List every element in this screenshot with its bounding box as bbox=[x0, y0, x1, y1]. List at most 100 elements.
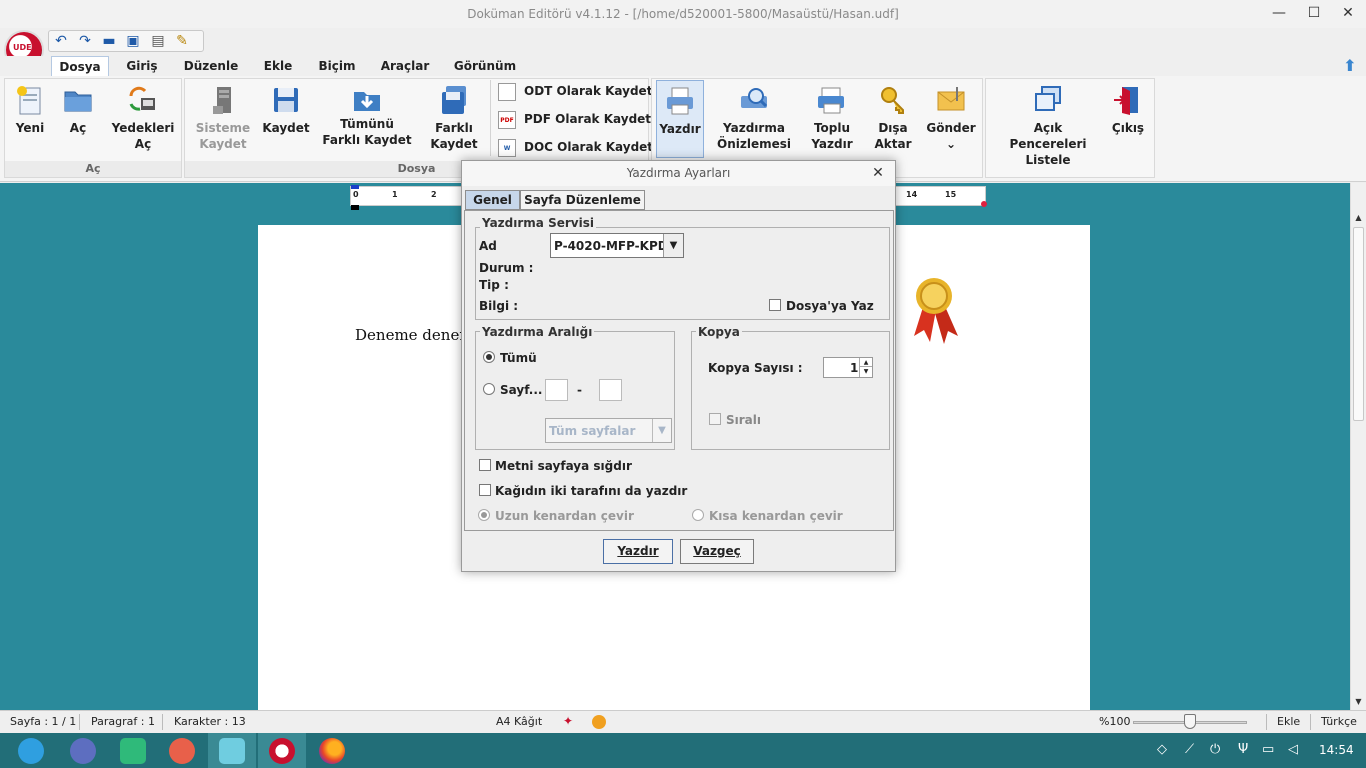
signature-icon[interactable]: ✦ bbox=[563, 714, 575, 730]
long-edge-label[interactable]: Uzun kenardan çevir bbox=[495, 508, 634, 524]
redo-icon[interactable]: ↷ bbox=[77, 33, 93, 49]
ude-editor-taskbar-icon[interactable] bbox=[269, 738, 295, 764]
status-language[interactable]: Türkçe bbox=[1321, 711, 1357, 733]
scroll-up-icon[interactable]: ▲ bbox=[1353, 213, 1364, 223]
copy-count-spinner[interactable]: 1 ▲ ▼ bbox=[823, 357, 873, 378]
pages-select[interactable]: Tüm sayfalar ▼ bbox=[545, 418, 672, 443]
document-text[interactable]: Deneme denem bbox=[355, 326, 474, 344]
save-to-system-button[interactable]: Sisteme Kaydet bbox=[192, 84, 254, 152]
spinner-up-icon[interactable]: ▲ bbox=[859, 358, 872, 367]
page-to-input[interactable] bbox=[599, 379, 622, 401]
usb-icon[interactable]: Ψ bbox=[1238, 742, 1248, 758]
scrollbar-thumb[interactable] bbox=[1353, 227, 1364, 421]
network-icon[interactable]: ◇ bbox=[1157, 742, 1167, 758]
export-button[interactable]: Dışa Aktar bbox=[870, 84, 916, 152]
vertical-scrollbar[interactable]: ▲ ▼ bbox=[1350, 183, 1366, 710]
tab-gorunum[interactable]: Görünüm bbox=[450, 56, 520, 76]
status-mode[interactable]: Ekle bbox=[1277, 711, 1300, 733]
pages-dropdown-arrow-icon[interactable]: ▼ bbox=[652, 419, 671, 442]
settings-gear-icon[interactable] bbox=[70, 738, 96, 764]
logo-text: UDE bbox=[13, 43, 32, 52]
dropdown-arrow-icon[interactable]: ▼ bbox=[663, 234, 683, 257]
new-button[interactable]: Yeni bbox=[10, 84, 50, 136]
fit-to-page-checkbox[interactable] bbox=[479, 459, 491, 471]
save-doc-button[interactable]: W DOC Olarak Kaydet bbox=[498, 137, 653, 157]
duplex-checkbox[interactable] bbox=[479, 484, 491, 496]
status-face-icon[interactable] bbox=[592, 715, 606, 729]
edit-icon[interactable]: ✎ bbox=[174, 33, 190, 49]
firefox-icon[interactable] bbox=[319, 738, 345, 764]
power-icon[interactable]: ⏻ bbox=[1210, 742, 1220, 758]
print-to-file-checkbox[interactable] bbox=[769, 299, 781, 311]
backup-icon[interactable]: ▤ bbox=[150, 33, 166, 49]
tab-general[interactable]: Genel bbox=[465, 190, 520, 210]
tab-ekle[interactable]: Ekle bbox=[257, 56, 299, 76]
save-all-as-button[interactable]: Tümünü Farklı Kaydet bbox=[322, 84, 412, 148]
cancel-button[interactable]: Vazgeç bbox=[680, 539, 754, 564]
zoom-slider-thumb[interactable] bbox=[1184, 714, 1196, 729]
tab-dosya[interactable]: Dosya bbox=[51, 56, 109, 76]
start-menu-icon[interactable] bbox=[18, 738, 44, 764]
short-edge-label[interactable]: Kısa kenardan çevir bbox=[709, 508, 843, 524]
close-button[interactable]: ✕ bbox=[1330, 0, 1366, 28]
file-manager-icon[interactable] bbox=[219, 738, 245, 764]
print-confirm-button[interactable]: Yazdır bbox=[603, 539, 673, 564]
undo-icon[interactable]: ↶ bbox=[53, 33, 69, 49]
collate-label[interactable]: Sıralı bbox=[726, 412, 761, 428]
pdf-file-icon: PDF bbox=[498, 110, 516, 129]
printer-select[interactable]: P-4020-MFP-KPDL ▼ bbox=[550, 233, 684, 258]
indent-marker[interactable] bbox=[351, 185, 359, 189]
server-icon bbox=[213, 87, 231, 114]
tab-page-setup[interactable]: Sayfa Düzenleme bbox=[520, 190, 645, 210]
clock[interactable]: 14:54 bbox=[1319, 742, 1354, 758]
copies-legend: Kopya bbox=[696, 325, 742, 339]
print-button[interactable]: Yazdır bbox=[656, 80, 704, 158]
screen-recorder-icon[interactable] bbox=[169, 738, 195, 764]
type-label: Tip : bbox=[479, 278, 509, 292]
folder-open-icon[interactable]: ▬ bbox=[101, 33, 117, 49]
fit-to-page-label[interactable]: Metni sayfaya sığdır bbox=[495, 458, 632, 474]
collapse-ribbon-icon[interactable]: ⬆ bbox=[1341, 57, 1359, 75]
print-preview-button[interactable]: Yazdırma Önizlemesi bbox=[716, 84, 792, 152]
save-as-button[interactable]: Farklı Kaydet bbox=[428, 84, 480, 152]
minimize-button[interactable]: — bbox=[1261, 0, 1297, 28]
battery-icon[interactable]: ▭ bbox=[1262, 742, 1274, 758]
open-button[interactable]: Aç bbox=[58, 84, 98, 136]
range-all-label[interactable]: Tümü bbox=[500, 350, 537, 366]
exit-button[interactable]: Çıkış bbox=[1106, 84, 1150, 136]
page-from-input[interactable] bbox=[545, 379, 568, 401]
batch-print-button[interactable]: Toplu Yazdır bbox=[806, 84, 858, 152]
short-edge-radio[interactable] bbox=[692, 509, 704, 521]
range-pages-label[interactable]: Sayf... bbox=[500, 382, 542, 398]
status-paragraph: Paragraf : 1 bbox=[91, 715, 155, 728]
long-edge-radio[interactable] bbox=[478, 509, 490, 521]
exit-door-icon bbox=[1114, 87, 1138, 115]
tab-giris[interactable]: Giriş bbox=[118, 56, 166, 76]
dialog-close-icon[interactable]: ✕ bbox=[869, 162, 887, 184]
collate-checkbox[interactable] bbox=[709, 413, 721, 425]
save-button[interactable]: Kaydet bbox=[262, 84, 310, 136]
tab-bicim[interactable]: Biçim bbox=[312, 56, 362, 76]
save-icon[interactable]: ▣ bbox=[125, 33, 141, 49]
status-paper: A4 Kâğıt bbox=[496, 715, 543, 728]
range-pages-radio[interactable] bbox=[483, 383, 495, 395]
terminal-icon[interactable] bbox=[120, 738, 146, 764]
spinner-down-icon[interactable]: ▼ bbox=[859, 367, 872, 377]
left-margin-marker[interactable] bbox=[351, 205, 359, 210]
scroll-down-icon[interactable]: ▼ bbox=[1353, 697, 1364, 707]
range-all-radio[interactable] bbox=[483, 351, 495, 363]
save-odt-button[interactable]: ODT Olarak Kaydet bbox=[498, 81, 652, 101]
open-backups-button[interactable]: Yedekleri Aç bbox=[108, 84, 178, 152]
send-button[interactable]: Gönder ⌄ bbox=[926, 84, 976, 152]
tab-araclar[interactable]: Araçlar bbox=[376, 56, 434, 76]
right-margin-marker[interactable] bbox=[981, 201, 987, 207]
tab-duzenle[interactable]: Düzenle bbox=[178, 56, 244, 76]
save-pdf-button[interactable]: PDF PDF Olarak Kaydet bbox=[498, 109, 651, 129]
send-chevron-icon[interactable]: ⌄ bbox=[946, 137, 956, 151]
print-to-file-label[interactable]: Dosya'ya Yaz bbox=[786, 298, 874, 314]
volume-icon[interactable]: ◁ bbox=[1288, 742, 1298, 758]
list-windows-button[interactable]: Açık Pencereleri Listele bbox=[996, 84, 1100, 168]
tools-icon[interactable]: ⟋ bbox=[1185, 742, 1194, 758]
maximize-button[interactable]: ☐ bbox=[1296, 0, 1332, 28]
duplex-label[interactable]: Kağıdın iki tarafını da yazdır bbox=[495, 483, 687, 499]
